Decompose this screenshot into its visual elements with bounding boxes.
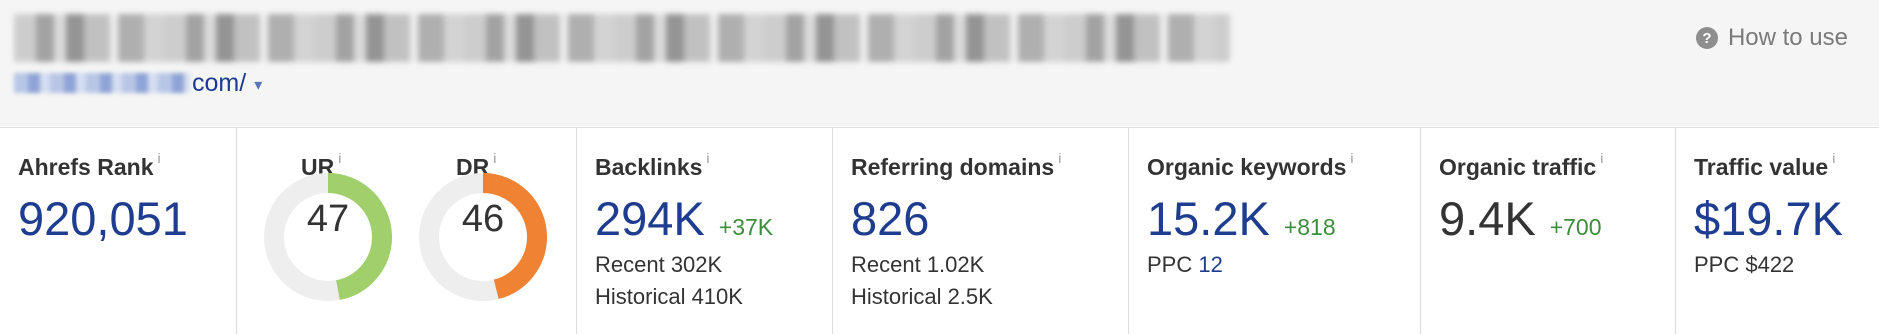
ahrefs-rank-label-text: Ahrefs Rank (18, 154, 154, 180)
redacted-page-title (14, 14, 1230, 62)
how-to-use-link[interactable]: ? How to use (1695, 24, 1848, 52)
backlinks-label-text: Backlinks (595, 154, 703, 180)
traffic-value-label-text: Traffic value (1694, 154, 1829, 180)
organic-traffic-card: Organic traffic i 9.4K +700 (1421, 128, 1676, 334)
info-icon[interactable]: i (338, 150, 341, 166)
url-link[interactable]: com/ (192, 69, 246, 98)
redacted-url (14, 73, 190, 93)
organic-keywords-value[interactable]: 15.2K (1147, 191, 1270, 246)
organic-keywords-label-text: Organic keywords (1147, 154, 1347, 180)
ur-dr-card: UR i 47 DR i 46 (237, 128, 577, 334)
backlinks-value[interactable]: 294K (595, 191, 705, 246)
ur-gauge[interactable]: UR i 47 (263, 128, 403, 334)
info-icon[interactable]: i (1832, 150, 1835, 166)
info-icon[interactable]: i (1058, 150, 1061, 166)
backlinks-historical[interactable]: Historical 410K (595, 284, 832, 310)
referring-domains-label-text: Referring domains (851, 154, 1055, 180)
backlinks-recent[interactable]: Recent 302K (595, 252, 832, 278)
organic-traffic-label-text: Organic traffic (1439, 154, 1597, 180)
question-icon: ? (1695, 27, 1718, 49)
dr-value: 46 (461, 198, 505, 240)
traffic-value-card: Traffic value i $19.7K PPC $422 (1676, 128, 1879, 334)
referring-domains-historical[interactable]: Historical 2.5K (851, 284, 1128, 310)
traffic-value-value-row: $19.7K (1694, 191, 1879, 246)
info-icon[interactable]: i (706, 150, 709, 166)
backlinks-label: Backlinks i (595, 150, 710, 181)
info-icon[interactable]: i (1600, 150, 1603, 166)
backlinks-value-row: 294K +37K (595, 191, 832, 246)
organic-keywords-ppc: PPC 12 (1147, 252, 1420, 278)
organic-traffic-value: 9.4K (1439, 192, 1536, 245)
ppc-label: PPC (1147, 252, 1193, 277)
info-icon[interactable]: i (1350, 150, 1353, 166)
info-icon[interactable]: i (157, 150, 160, 166)
referring-domains-value-row: 826 (851, 191, 1128, 246)
ahrefs-rank-value-row: 920,051 (18, 191, 236, 246)
dr-gauge[interactable]: DR i 46 (418, 128, 558, 334)
organic-keywords-value-row: 15.2K +818 (1147, 191, 1420, 246)
ahrefs-rank-label: Ahrefs Rank i (18, 150, 161, 181)
organic-keywords-card: Organic keywords i 15.2K +818 PPC 12 (1129, 128, 1421, 334)
referring-domains-recent[interactable]: Recent 1.02K (851, 252, 1128, 278)
how-to-use-label: How to use (1727, 24, 1848, 51)
url-dropdown-caret-icon[interactable]: ▾ (254, 75, 262, 95)
referring-domains-label: Referring domains i (851, 150, 1061, 181)
traffic-value-ppc: PPC $422 (1694, 252, 1795, 277)
metrics-overview: Ahrefs Rank i 920,051 UR i 47 DR i 46 Ba… (0, 127, 1879, 334)
organic-traffic-value-row: 9.4K +700 (1439, 191, 1675, 246)
organic-keywords-label: Organic keywords i (1147, 150, 1354, 181)
page-header: com/ ▾ ? How to use (0, 0, 1879, 126)
backlinks-delta[interactable]: +37K (719, 214, 773, 241)
info-icon[interactable]: i (493, 150, 496, 166)
referring-domains-value[interactable]: 826 (851, 191, 929, 246)
referring-domains-card: Referring domains i 826 Recent 1.02K His… (833, 128, 1129, 334)
ppc-keywords-value[interactable]: 12 (1198, 252, 1222, 277)
ur-value: 47 (306, 198, 350, 240)
organic-traffic-label: Organic traffic i (1439, 150, 1603, 181)
backlinks-card: Backlinks i 294K +37K Recent 302K Histor… (577, 128, 833, 334)
ahrefs-rank-card: Ahrefs Rank i 920,051 (0, 128, 237, 334)
traffic-value-value[interactable]: $19.7K (1694, 191, 1843, 246)
traffic-value-label: Traffic value i (1694, 150, 1835, 181)
organic-traffic-delta: +700 (1549, 214, 1602, 240)
organic-keywords-delta[interactable]: +818 (1284, 214, 1336, 241)
url-row[interactable]: com/ ▾ (14, 68, 262, 98)
ahrefs-rank-value[interactable]: 920,051 (18, 191, 188, 246)
